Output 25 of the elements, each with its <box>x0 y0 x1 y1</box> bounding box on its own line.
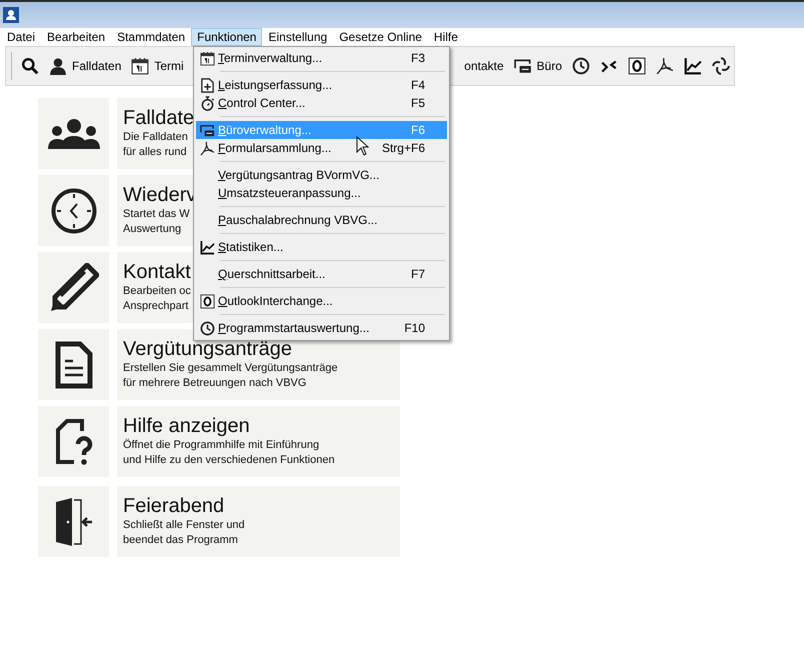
shortcut-label: F4 <box>410 78 425 92</box>
tile-title: Kontakt <box>123 260 191 284</box>
tile-title: Falldate <box>123 106 194 130</box>
shortcut-label: F6 <box>410 123 425 137</box>
tile-title: Feierabend <box>123 494 224 518</box>
tile-description: Bearbeiten oc <box>123 284 191 299</box>
shortcut-label: F3 <box>410 51 425 65</box>
shortcut-label: Strg+F6 <box>382 141 425 155</box>
tile-description: beendet das Programm <box>123 533 238 548</box>
tile-description: und Hilfe zu den verschiedenen Funktionen <box>123 453 335 468</box>
tile-title: Vergütungsanträge <box>123 337 292 361</box>
tile-description: Öffnet die Programmhilfe mit Einführung <box>123 438 320 453</box>
shortcut-label: F7 <box>410 267 425 281</box>
shortcut-label: F5 <box>410 96 425 110</box>
tile-description: Schließt alle Fenster und <box>123 518 245 533</box>
tile-title: Hilfe anzeigen <box>123 414 250 438</box>
shortcut-label: F10 <box>404 321 425 335</box>
tile-description: Auswertung <box>123 222 182 237</box>
tile-description: für mehrere Betreuungen nach VBVG <box>123 376 306 391</box>
tile-title: Wiederv <box>123 183 196 207</box>
tile-description: Die Falldaten <box>123 130 188 145</box>
tile-description: Startet das W <box>123 207 190 222</box>
tile-description: für alles rund <box>123 145 187 160</box>
tile-description: Ansprechpart <box>123 299 188 314</box>
tile-description: Erstellen Sie gesammelt Vergütungsanträge <box>123 361 338 376</box>
